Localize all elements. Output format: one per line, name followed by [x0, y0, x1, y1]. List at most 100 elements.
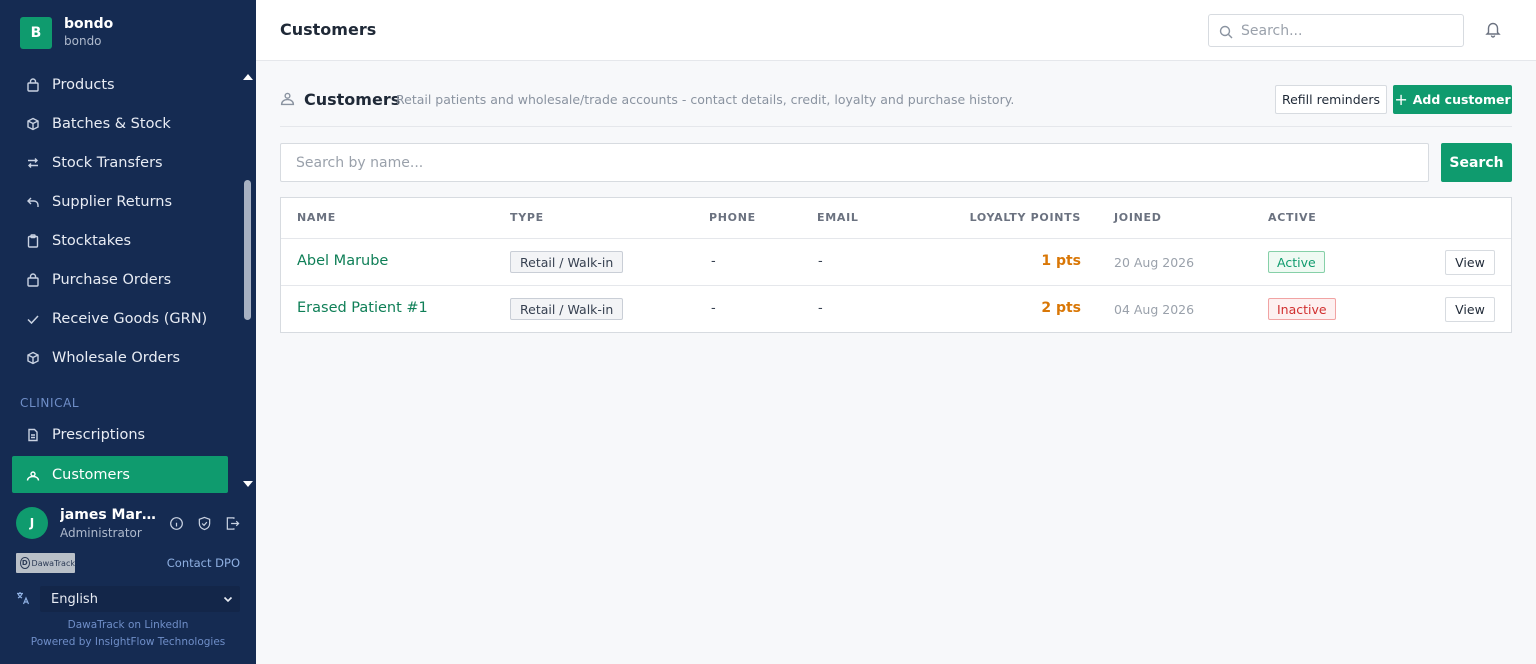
column-header-phone[interactable]: PHONE [709, 211, 756, 224]
sidebar-item-batches-stock[interactable]: Batches & Stock [12, 105, 228, 142]
sidebar-item-label: Batches & Stock [52, 115, 171, 132]
sidebar-item-stock-transfers[interactable]: Stock Transfers [12, 144, 228, 181]
user-panel: J james Maru... Administrator [16, 507, 246, 541]
sidebar-item-label: Receive Goods (GRN) [52, 310, 208, 327]
loyalty-points-value: 2 pts [1041, 300, 1081, 316]
brand-subtitle: bondo [64, 34, 102, 48]
phone-value: - [711, 301, 716, 316]
sidebar-item-label: Wholesale Orders [52, 349, 181, 366]
customer-name-link[interactable]: Abel Marube [297, 253, 388, 269]
box-icon [26, 117, 40, 131]
search-by-name-input[interactable] [280, 143, 1429, 182]
status-badge: Inactive [1268, 298, 1336, 320]
page-title: Customers [280, 20, 377, 39]
column-header-active[interactable]: ACTIVE [1268, 211, 1316, 224]
sidebar-nav: Products Batches & Stock Stock Transfers… [0, 65, 244, 493]
type-badge: Retail / Walk-in [510, 251, 624, 273]
status-badge: Active [1268, 251, 1325, 273]
user-name: james Maru... [60, 507, 156, 523]
view-button[interactable]: View [1445, 297, 1495, 322]
chevron-down-icon [222, 593, 234, 609]
joined-date: 04 Aug 2026 [1114, 302, 1195, 317]
bag-icon [26, 272, 40, 287]
email-value: - [818, 301, 823, 316]
sidebar-item-wholesale-orders[interactable]: Wholesale Orders [12, 339, 228, 376]
sidebar-item-products[interactable]: Products [12, 66, 228, 103]
language-selector[interactable]: English [16, 586, 242, 612]
users-icon [26, 468, 40, 482]
check-icon [26, 312, 40, 326]
contact-dpo-link[interactable]: Contact DPO [167, 556, 240, 570]
info-icon[interactable] [168, 515, 184, 531]
topbar: Customers [256, 0, 1536, 61]
section-description: Retail patients and wholesale/trade acco… [396, 92, 1015, 107]
logout-icon[interactable] [224, 515, 240, 531]
sidebar: B bondo bondo Products Batches & Stock S… [0, 0, 256, 664]
sidebar-item-purchase-orders[interactable]: Purchase Orders [12, 261, 228, 298]
avatar[interactable]: J [16, 507, 48, 539]
sidebar-item-customers[interactable]: Customers [12, 456, 228, 493]
customer-name-link[interactable]: Erased Patient #1 [297, 300, 428, 316]
powered-by-link[interactable]: Powered by InsightFlow Technologies [0, 636, 256, 648]
column-header-type[interactable]: TYPE [510, 211, 544, 224]
column-header-loyalty-points[interactable]: LOYALTY POINTS [970, 211, 1081, 224]
table-row[interactable]: Abel Marube Retail / Walk-in - - 1 pts 2… [281, 239, 1511, 286]
box-icon [26, 351, 40, 365]
language-value: English [51, 591, 98, 607]
loyalty-points-value: 1 pts [1041, 253, 1081, 269]
sidebar-section-clinical: CLINICAL [20, 396, 80, 410]
add-customer-label: Add customer [1412, 92, 1511, 107]
sidebar-item-label: Prescriptions [52, 426, 146, 443]
sidebar-item-supplier-returns[interactable]: Supplier Returns [12, 183, 228, 220]
table-header: NAME TYPE PHONE EMAIL LOYALTY POINTS JOI… [281, 198, 1511, 239]
scroll-up-arrow[interactable] [243, 74, 253, 80]
phone-value: - [711, 254, 716, 269]
clipboard-icon [26, 233, 40, 248]
section-title: Customers [304, 90, 401, 109]
linkedin-link[interactable]: DawaTrack on LinkedIn [0, 619, 256, 631]
sidebar-item-prescriptions[interactable]: Prescriptions [12, 416, 228, 453]
global-search[interactable] [1208, 14, 1464, 47]
users-icon [280, 91, 295, 110]
dawatrack-logo: D DawaTrack [16, 553, 75, 573]
table-row[interactable]: Erased Patient #1 Retail / Walk-in - - 2… [281, 286, 1511, 333]
sidebar-item-label: Stock Transfers [52, 154, 163, 171]
sidebar-item-label: Supplier Returns [52, 193, 173, 210]
language-select[interactable]: English [40, 586, 240, 612]
search-icon [1219, 24, 1233, 43]
column-header-name[interactable]: NAME [297, 211, 336, 224]
type-badge: Retail / Walk-in [510, 298, 624, 320]
sidebar-item-stocktakes[interactable]: Stocktakes [12, 222, 228, 259]
user-role: Administrator [60, 526, 142, 540]
plus-icon: + [1394, 89, 1408, 109]
column-header-email[interactable]: EMAIL [817, 211, 859, 224]
brand-logo: B [20, 16, 52, 49]
sidebar-item-label: Stocktakes [52, 232, 132, 249]
bag-icon [26, 77, 40, 92]
content-header: Customers Retail patients and wholesale/… [280, 84, 1512, 127]
sidebar-item-receive-goods[interactable]: Receive Goods (GRN) [12, 300, 228, 337]
brand[interactable]: B bondo bondo [20, 16, 113, 49]
document-icon [26, 428, 40, 442]
refill-reminders-button[interactable]: Refill reminders [1275, 85, 1387, 114]
brand-name: bondo [64, 16, 114, 32]
translate-icon [16, 591, 30, 608]
shield-icon[interactable] [196, 515, 212, 531]
transfer-arrows-icon [26, 156, 40, 170]
view-button[interactable]: View [1445, 250, 1495, 275]
customers-table: NAME TYPE PHONE EMAIL LOYALTY POINTS JOI… [280, 197, 1512, 333]
column-header-joined[interactable]: JOINED [1114, 211, 1162, 224]
add-customer-button[interactable]: + Add customer [1393, 85, 1512, 114]
customer-search: Search [280, 143, 1512, 182]
bell-icon[interactable] [1484, 20, 1502, 42]
sidebar-item-label: Customers [52, 466, 130, 483]
email-value: - [818, 254, 823, 269]
search-button[interactable]: Search [1441, 143, 1512, 182]
joined-date: 20 Aug 2026 [1114, 255, 1195, 270]
sidebar-scrollbar[interactable] [244, 180, 251, 320]
return-arrow-icon [26, 195, 40, 209]
scroll-down-arrow[interactable] [243, 481, 253, 487]
sidebar-item-label: Products [52, 76, 115, 93]
global-search-input[interactable] [1241, 20, 1451, 42]
sidebar-item-label: Purchase Orders [52, 271, 172, 288]
